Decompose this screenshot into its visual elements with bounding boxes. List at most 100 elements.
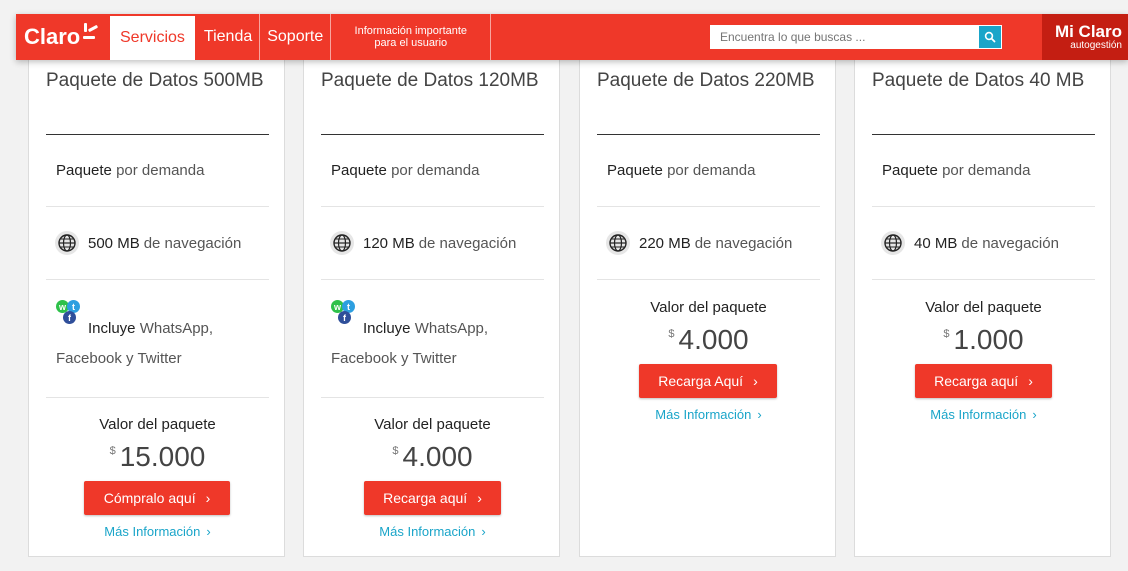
package-card: Paquete de Datos 220MB Paquete por deman…	[579, 54, 836, 557]
row-divider	[321, 279, 544, 280]
package-type-rest: por demanda	[667, 162, 756, 179]
logo-mark-icon	[81, 23, 101, 43]
social-line2: Facebook y Twitter	[331, 350, 457, 367]
more-info-label: Más Información	[930, 407, 1027, 422]
price-label: Valor del paquete	[99, 416, 216, 433]
data-amount: 120 MB	[363, 234, 415, 252]
price-label: Valor del paquete	[925, 299, 1042, 316]
more-info-label: Más Información	[379, 524, 476, 539]
package-title: Paquete de Datos 220MB	[597, 70, 815, 91]
package-title: Paquete de Datos 40 MB	[872, 70, 1085, 91]
recharge-button[interactable]: Recarga aquí ›	[364, 481, 501, 515]
row-divider	[321, 206, 544, 207]
more-info-label: Más Información	[104, 524, 201, 539]
row-divider	[597, 279, 820, 280]
more-info-link[interactable]: Más Información ›	[29, 524, 286, 539]
navigation-label: de navegación	[694, 234, 793, 252]
row-divider	[321, 397, 544, 398]
price-value: 1.000	[953, 324, 1024, 355]
package-title: Paquete de Datos 120MB	[321, 70, 539, 91]
recharge-button[interactable]: Recarga Aquí ›	[639, 364, 777, 398]
more-info-link[interactable]: Más Información ›	[304, 524, 561, 539]
price: $1.000	[855, 324, 1112, 356]
package-type-strong: Paquete	[331, 162, 387, 179]
navigation-label: de navegación	[418, 234, 517, 252]
navigation-row: 500 MB de navegación	[54, 230, 241, 256]
navigation-row: 120 MB de navegación	[329, 230, 516, 256]
top-navbar: Claro Servicios Tienda Soporte Informaci…	[16, 14, 1128, 60]
currency-symbol: $	[392, 445, 399, 457]
recharge-button-label: Recarga aquí	[383, 490, 468, 506]
social-includes: Incluye WhatsApp, Facebook y Twitter	[331, 314, 541, 374]
currency-symbol: $	[668, 328, 675, 340]
price: $4.000	[304, 441, 561, 473]
price-label: Valor del paquete	[650, 299, 767, 316]
recharge-button[interactable]: Recarga aquí ›	[915, 364, 1052, 398]
buy-button-label: Cómpralo aquí	[103, 490, 196, 506]
package-card: Paquete de Datos 40 MB Paquete por deman…	[854, 54, 1111, 557]
search-input[interactable]	[710, 25, 979, 49]
globe-icon	[881, 231, 905, 255]
nav-tienda[interactable]: Tienda	[197, 14, 259, 60]
price: $4.000	[580, 324, 837, 356]
chevron-right-icon: ›	[757, 407, 762, 422]
currency-symbol: $	[109, 445, 116, 457]
recharge-button-label: Recarga Aquí	[658, 373, 744, 389]
package-type: Paquete por demanda	[607, 162, 755, 179]
price-label: Valor del paquete	[374, 416, 491, 433]
claro-logo[interactable]: Claro	[16, 14, 108, 60]
title-divider	[46, 134, 269, 135]
chevron-right-icon: ›	[1032, 407, 1037, 422]
title-divider	[321, 134, 544, 135]
package-type-strong: Paquete	[882, 162, 938, 179]
more-info-link[interactable]: Más Información ›	[580, 407, 837, 422]
row-divider	[46, 397, 269, 398]
globe-icon	[606, 231, 630, 255]
mi-claro-title: Mi Claro	[1054, 22, 1122, 41]
price-value: 4.000	[678, 324, 749, 355]
price-value: 4.000	[402, 441, 473, 472]
chevron-right-icon: ›	[753, 373, 758, 389]
more-info-link[interactable]: Más Información ›	[855, 407, 1112, 422]
search-icon	[984, 31, 996, 43]
row-divider	[872, 206, 1095, 207]
logo-text: Claro	[24, 24, 81, 49]
nav-soporte[interactable]: Soporte	[260, 14, 330, 60]
package-card: Paquete de Datos 120MB Paquete por deman…	[303, 54, 560, 557]
row-divider	[597, 206, 820, 207]
price-value: 15.000	[119, 441, 206, 472]
nav-servicios[interactable]: Servicios	[110, 16, 195, 60]
row-divider	[46, 279, 269, 280]
buy-button[interactable]: Cómpralo aquí ›	[84, 481, 230, 515]
title-divider	[872, 134, 1095, 135]
nav-informacion-importante[interactable]: Información importante para el usuario	[331, 14, 492, 60]
package-card: Paquete de Datos 500MB Paquete por deman…	[28, 54, 285, 557]
info-line-2: para el usuario	[374, 37, 448, 49]
package-type: Paquete por demanda	[331, 162, 479, 179]
row-divider	[46, 206, 269, 207]
mi-claro-button[interactable]: Mi Claro autogestión	[1042, 14, 1128, 60]
package-type: Paquete por demanda	[56, 162, 204, 179]
package-type-strong: Paquete	[56, 162, 112, 179]
navigation-label: de navegación	[961, 234, 1059, 252]
navigation-label: de navegación	[143, 234, 242, 252]
search-button[interactable]	[979, 26, 1001, 48]
data-amount: 220 MB	[639, 234, 691, 252]
chevron-right-icon: ›	[481, 524, 486, 539]
social-rest: WhatsApp,	[414, 320, 489, 337]
price: $15.000	[29, 441, 286, 473]
data-amount: 500 MB	[88, 234, 140, 252]
package-type-strong: Paquete	[607, 162, 663, 179]
chevron-right-icon: ›	[477, 490, 482, 506]
row-divider	[872, 279, 1095, 280]
package-type-rest: por demanda	[391, 162, 480, 179]
chevron-right-icon: ›	[205, 490, 211, 506]
info-line-1: Información importante	[354, 25, 468, 37]
social-strong: Incluye	[88, 320, 136, 337]
social-strong: Incluye	[363, 320, 411, 337]
title-divider	[597, 134, 820, 135]
chevron-right-icon: ›	[206, 524, 211, 539]
globe-icon	[330, 231, 354, 255]
more-info-label: Más Información	[655, 407, 752, 422]
mi-claro-subtitle: autogestión	[1070, 40, 1122, 51]
